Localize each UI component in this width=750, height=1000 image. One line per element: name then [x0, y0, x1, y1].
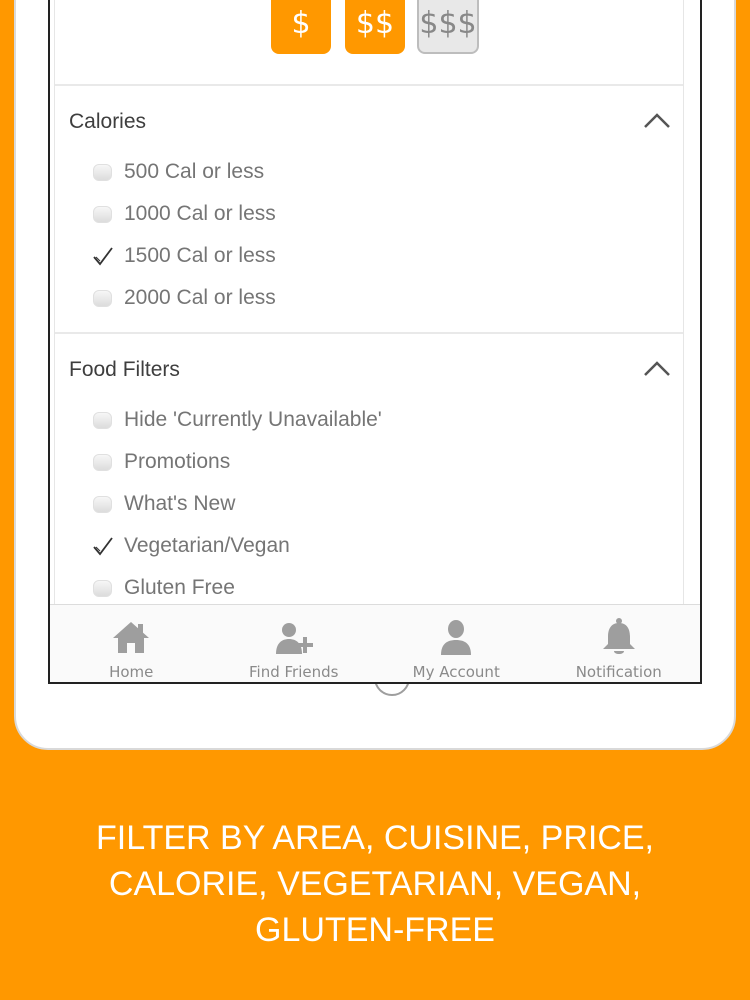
tab-notification[interactable]: Notification [538, 605, 701, 682]
checkbox-unchecked[interactable] [93, 454, 112, 471]
checkmark-icon[interactable] [93, 536, 113, 556]
food-filter-hide-unavailable[interactable]: Hide 'Currently Unavailable' [55, 404, 683, 446]
home-icon [113, 622, 150, 653]
checkbox-unchecked[interactable] [93, 206, 112, 223]
food-filter-whats-new[interactable]: What's New [55, 488, 683, 530]
calorie-option-1000[interactable]: 1000 Cal or less [55, 198, 683, 240]
caption-line-1: FILTER BY AREA, CUISINE, PRICE, [96, 819, 654, 857]
tab-find-friends[interactable]: Find Friends [213, 605, 376, 682]
calories-section-title: Calories [69, 110, 147, 133]
price-level-3-button[interactable]: $$$ [417, 0, 479, 54]
calorie-option-500[interactable]: 500 Cal or less [55, 156, 683, 198]
price-level-1-button[interactable]: $ [271, 0, 331, 54]
food-filter-promotions[interactable]: Promotions [55, 446, 683, 488]
promo-caption: FILTER BY AREA, CUISINE, PRICE, CALORIE,… [0, 815, 750, 953]
chevron-up-icon[interactable] [643, 110, 671, 130]
calories-section-header[interactable]: Calories [55, 86, 683, 156]
food-filters-section: Food Filters Hide 'Currently Unavailable… [55, 334, 683, 604]
price-level-2-button[interactable]: $$ [345, 0, 405, 54]
checkbox-unchecked[interactable] [93, 164, 112, 181]
tab-my-account[interactable]: My Account [375, 605, 538, 682]
bell-icon [602, 618, 635, 654]
caption-line-2: CALORIE, VEGETARIAN, VEGAN, [108, 865, 642, 903]
user-icon [441, 620, 472, 655]
price-filter: $ $$ $$$ [55, 0, 683, 86]
checkbox-unchecked[interactable] [93, 290, 112, 307]
checkbox-unchecked[interactable] [93, 412, 112, 429]
app-screen: $ $$ $$$ Calories 500 Cal or less 1000 C… [48, 0, 702, 684]
checkmark-icon[interactable] [93, 246, 113, 266]
checkbox-unchecked[interactable] [93, 580, 112, 597]
food-filter-gluten-free[interactable]: Gluten Free [55, 572, 683, 604]
chevron-up-icon[interactable] [643, 358, 671, 378]
food-filters-section-title: Food Filters [69, 358, 180, 381]
tab-home[interactable]: Home [50, 605, 213, 682]
caption-line-3: GLUTEN-FREE [255, 911, 495, 949]
food-filters-section-header[interactable]: Food Filters [55, 334, 683, 404]
checkbox-unchecked[interactable] [93, 496, 112, 513]
filter-panel: $ $$ $$$ Calories 500 Cal or less 1000 C… [54, 0, 684, 604]
add-friend-icon [275, 623, 313, 654]
calorie-option-2000[interactable]: 2000 Cal or less [55, 282, 683, 324]
calories-section: Calories 500 Cal or less 1000 Cal or les… [55, 86, 683, 334]
food-filter-vegetarian-vegan[interactable]: Vegetarian/Vegan [55, 530, 683, 572]
bottom-tab-bar: Home Find Friends My Account Notificatio… [50, 604, 700, 682]
calorie-option-1500[interactable]: 1500 Cal or less [55, 240, 683, 282]
